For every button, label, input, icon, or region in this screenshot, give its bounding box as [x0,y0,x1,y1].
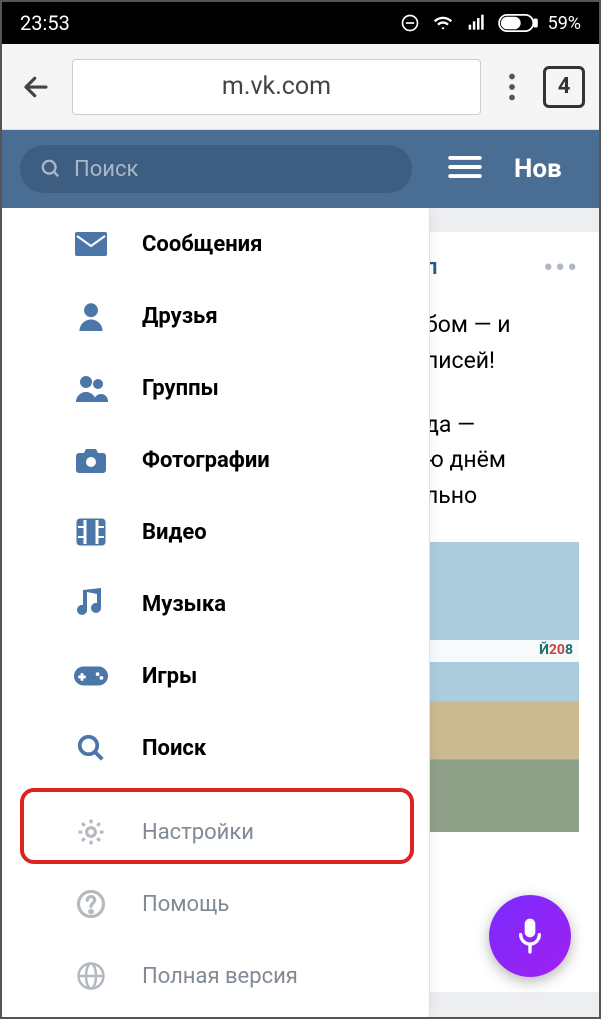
search-icon [74,731,108,765]
menu-label: Помощь [142,892,229,917]
android-status-bar: 23:53 59% [2,2,599,44]
browser-back-button[interactable] [16,67,56,107]
menu-toggle-button[interactable] [448,154,482,184]
status-right-cluster: 59% [400,13,581,34]
menu-item-exit[interactable]: Выход [2,1012,429,1017]
content-area: п ••• бом — и писей! да — ю днём льно Й … [2,208,599,1017]
menu-item-messages[interactable]: Сообщения [2,208,429,280]
arrow-left-icon [21,72,51,102]
battery-icon [498,14,538,32]
gamepad-icon [74,659,108,693]
menu-item-full-version[interactable]: Полная версия [2,940,429,1012]
battery-percent: 59% [548,13,581,34]
url-text: m.vk.com [222,72,331,101]
feed-source-row: п ••• [425,246,579,289]
voice-search-button[interactable] [489,895,571,977]
people-icon [74,371,108,405]
gear-icon [74,815,108,849]
search-icon [40,158,62,180]
menu-item-music[interactable]: Музыка [2,568,429,640]
browser-url-bar[interactable]: m.vk.com [72,59,481,115]
status-time: 23:53 [20,11,70,35]
menu-label: Группы [142,376,219,401]
menu-item-video[interactable]: Видео [2,496,429,568]
feed-image-banner: Й 20 8 [425,640,579,662]
kebab-icon [508,73,516,101]
menu-item-photos[interactable]: Фотографии [2,424,429,496]
help-icon [74,887,108,921]
do-not-disturb-icon [400,13,420,33]
menu-divider [2,784,429,796]
menu-item-help[interactable]: Помощь [2,868,429,940]
side-menu: Сообщения Друзья Группы Фотографии Видео [2,208,430,1017]
globe-icon [74,959,108,993]
envelope-icon [74,227,108,261]
news-feed-card[interactable]: п ••• бом — и писей! да — ю днём льно Й … [419,232,599,992]
menu-label: Видео [142,520,207,545]
browser-toolbar: m.vk.com 4 [2,44,599,130]
browser-menu-button[interactable] [497,67,527,107]
feed-image[interactable]: Й 20 8 [425,542,579,832]
feed-text: бом — и писей! да — ю днём льно [425,307,579,513]
tab-count-value: 4 [558,74,571,99]
microphone-icon [514,916,546,956]
music-icon [74,587,108,621]
menu-label: Сообщения [142,232,262,257]
menu-label: Фотографии [142,448,270,473]
menu-item-settings[interactable]: Настройки [2,796,429,868]
cellular-icon [466,13,488,33]
menu-label: Друзья [142,304,218,329]
vk-header: Поиск Нов [2,130,599,208]
menu-label: Настройки [142,820,254,845]
film-icon [74,515,108,549]
menu-item-groups[interactable]: Группы [2,352,429,424]
menu-label: Игры [142,664,197,689]
feed-card-menu[interactable]: ••• [543,246,579,289]
vk-search-input[interactable]: Поиск [20,145,412,193]
menu-item-friends[interactable]: Друзья [2,280,429,352]
menu-item-search[interactable]: Поиск [2,712,429,784]
person-icon [74,299,108,333]
menu-label: Музыка [142,592,226,617]
wifi-icon [430,13,456,33]
hamburger-icon [448,154,482,180]
menu-item-games[interactable]: Игры [2,640,429,712]
menu-label: Поиск [142,736,206,761]
browser-tabs-button[interactable]: 4 [543,66,585,108]
page-title-fragment: Нов [514,154,562,184]
menu-label: Полная версия [142,964,298,989]
camera-icon [74,443,108,477]
search-placeholder: Поиск [74,157,138,182]
